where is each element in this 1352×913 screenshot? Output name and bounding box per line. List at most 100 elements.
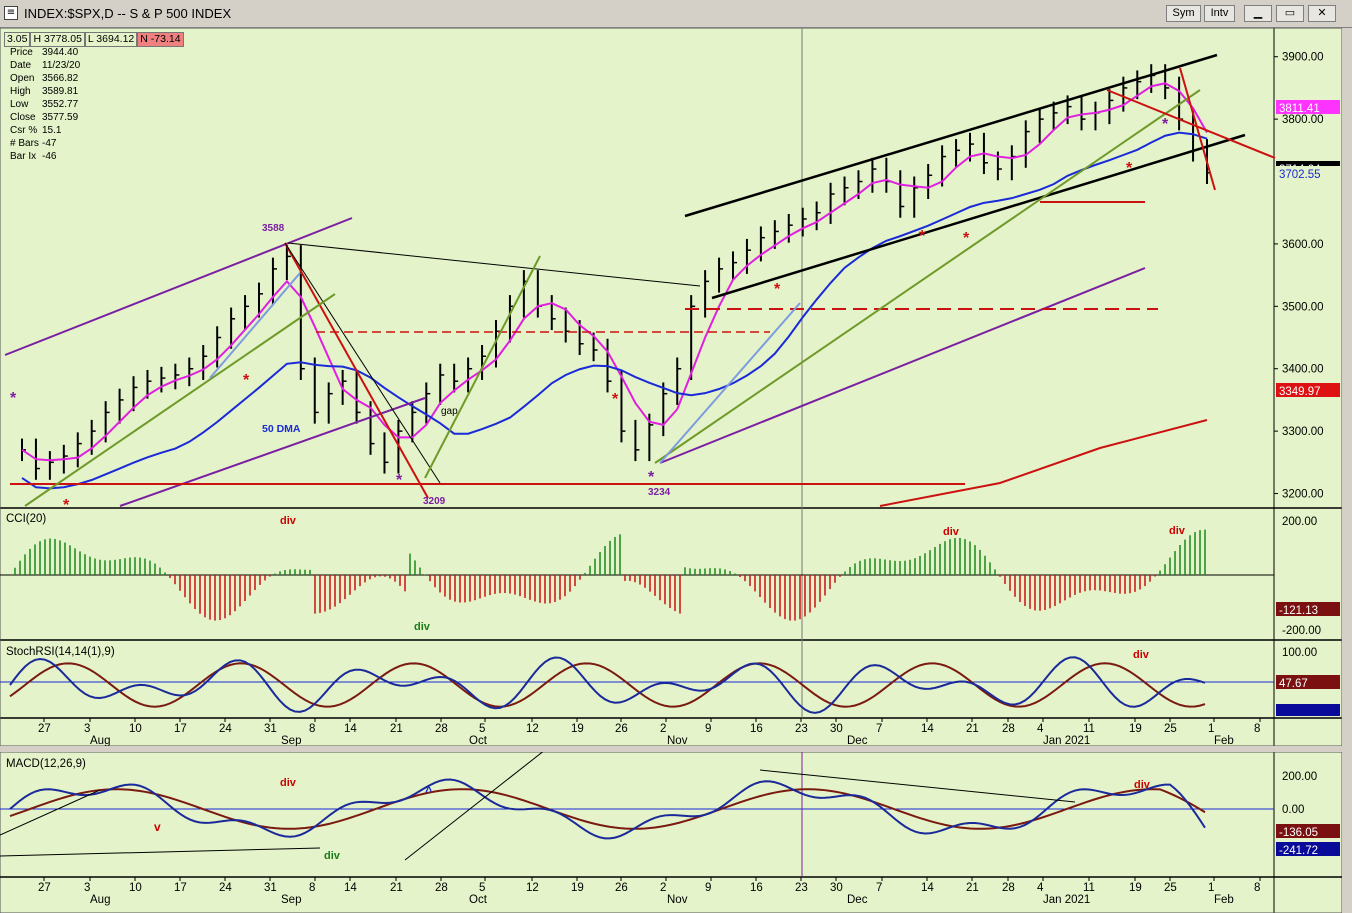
pivot-marker: * [63,497,70,514]
div-label: div [280,515,297,527]
x-tick-label: 28 [1002,882,1015,894]
data-window-value: 3552.77 [42,99,79,110]
close-button[interactable]: ✕ [1308,5,1336,22]
data-window-value: -47 [42,138,57,149]
ma200-line [879,419,1208,507]
data-window-label: # Bars [10,138,39,149]
data-window-row: Price 3944.40 [10,46,78,59]
x-tick-label: 1 [1208,882,1214,894]
minimize-button[interactable]: ▁ [1244,5,1272,22]
x-tick-label: 14 [344,723,357,735]
x-tick-label: 1 [1208,723,1214,735]
data-window-label: Date [10,60,32,71]
month-label: Dec [847,894,868,906]
y-tick-label: 3200.00 [1282,489,1324,501]
ohlc-cell-low: L 3694.12 [84,32,138,47]
price-chart-panel[interactable]: 3900.00 3800.00 3600.00 3500.00 3400.00 3300.… [0,28,1342,746]
macd-value-label: -241.72 [1279,845,1318,857]
data-window-label: Bar Ix [10,151,37,162]
x-tick-label: 24 [219,723,232,735]
pivot-marker: * [919,228,926,245]
x-tick-label: 16 [750,882,763,894]
data-window-value: 3944.40 [42,47,79,58]
month-label: Oct [469,735,488,746]
symbol-button[interactable]: Sym [1166,5,1201,22]
x-tick-label: 11 [1083,882,1095,894]
x-tick-label: 21 [390,882,403,894]
low-label: 3209 [423,496,446,507]
div-label: div [943,526,960,538]
x-tick-label: 8 [1254,882,1260,894]
data-window-row: Low 3552.77 [10,98,78,111]
month-label: Sep [281,735,301,746]
x-tick-label: 23 [795,882,808,894]
x-tick-label: 31 [264,882,277,894]
v-marker: v [154,820,161,834]
data-window-label: Close [10,112,36,123]
data-window-row: Csr % 15.1 [10,124,61,137]
data-window-row: High 3589.81 [10,85,78,98]
x-tick-label: 8 [1254,723,1260,735]
pivot-marker: * [10,390,17,407]
x-tick-label: 14 [921,723,934,735]
trend-line-green [424,255,541,479]
ohlc-cell-open: 3.05 [4,32,31,47]
data-window-label: Low [10,99,29,110]
div-label: div [414,621,431,633]
macd-value-label: -136.05 [1279,827,1318,839]
data-window-label: Csr % [10,125,38,136]
ohlc-strip: 3.05 H 3778.05 L 3694.12 N -73.14 [4,32,184,47]
y-tick-label: 3800.00 [1282,114,1324,126]
x-tick-label: 7 [876,882,882,894]
month-label: Aug [90,894,110,906]
x-tick-label: 23 [795,723,808,735]
cci-tick: -200.00 [1282,625,1321,637]
macd-tick: 0.00 [1282,804,1304,816]
x-tick-label: 10 [129,882,142,894]
gap-label: gap [441,406,458,417]
x-tick-label: 28 [435,882,448,894]
decline-line [284,242,429,499]
x-tick-label: 24 [219,882,232,894]
channel-line [659,267,1146,464]
price-label: 3702.55 [1279,169,1321,181]
ohlc-cell-net: N -73.14 [137,32,184,47]
month-label: Jan 2021 [1043,894,1090,906]
data-window-value: 3577.59 [42,112,79,123]
month-label: Aug [90,735,110,746]
interval-button[interactable]: Intv [1204,5,1235,22]
div-label: div [1133,649,1150,661]
app-icon: ≡ [4,6,18,20]
stoch-value-box [1276,704,1340,716]
caret-marker: ^ [425,784,433,799]
x-tick-label: 28 [435,723,448,735]
data-window-row: Date 11/23/20 [10,59,80,72]
macd-panel[interactable]: MACD(12,26,9) 200.00 0.00 -136.05 -241.72 div… [0,752,1342,913]
data-window-label: High [10,86,31,97]
x-tick-label: 8 [309,723,315,735]
window-title: INDEX:$SPX,D -- S & P 500 INDEX [24,6,232,21]
stoch-fast-line [9,656,1206,714]
maximize-button[interactable]: ▭ [1276,5,1304,22]
x-tick-label: 19 [1129,882,1142,894]
data-window-value: 11/23/20 [42,60,81,71]
x-tick-label: 10 [129,723,142,735]
data-window-row: Open 3566.82 [10,72,78,85]
x-tick-label: 7 [876,723,882,735]
x-tick-label: 16 [750,723,763,735]
data-window-value: 3566.82 [42,73,79,84]
x-tick-label: 21 [966,723,979,735]
macd-trend-line [759,769,1076,803]
price-chart-svg: 3900.00 3800.00 3600.00 3500.00 3400.00 3300.… [0,28,1342,746]
stoch-title: StochRSI(14,14(1),9) [6,646,115,658]
x-tick-label: 30 [830,882,843,894]
x-tick-label: 2 [660,723,666,735]
data-window-label: Open [10,73,35,84]
month-label: Sep [281,894,301,906]
price-label: 3811.41 [1279,103,1320,115]
data-window: Price 3944.40 Date 11/23/20 Open 3566.82 High 3… [4,46,88,180]
x-tick-label: 9 [705,723,711,735]
trend-line-blue [209,272,301,379]
x-tick-label: 28 [1002,723,1015,735]
month-label: Oct [469,894,488,906]
